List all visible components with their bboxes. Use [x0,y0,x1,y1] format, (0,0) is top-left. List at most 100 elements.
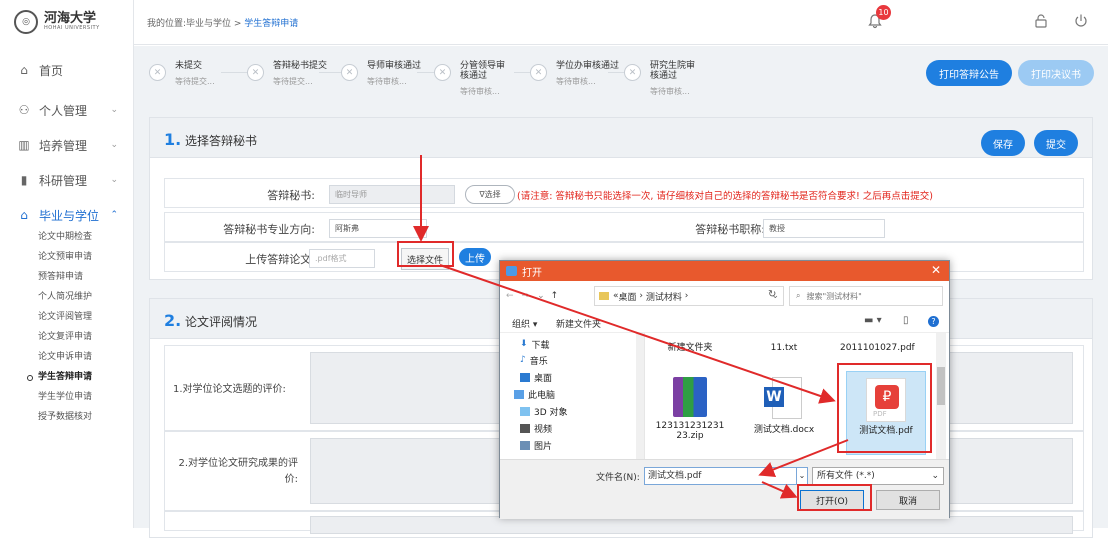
power-icon[interactable] [1070,10,1092,32]
sidebar-item-graduation[interactable]: ⌂ 毕业与学位 ⌃ [0,205,134,225]
tree-label: 3D 对象 [534,407,568,418]
tree-item-music[interactable]: ♪ 音乐 [520,353,548,367]
tree-item-desktop[interactable]: 桌面 [520,370,552,384]
lock-icon[interactable] [1030,10,1052,32]
major-field[interactable]: 阿斯弗 [329,219,427,238]
chart-icon: ▥ [18,138,30,152]
select-secretary-button[interactable]: ∇选择 [465,185,515,204]
review-question-label: 2.对学位论文研究成果的评价: [178,458,298,485]
refresh-icon[interactable]: ↻ [768,289,776,300]
secretary-field[interactable]: 临时导师 [329,185,455,204]
filename-input[interactable]: 测试文档.pdf [644,467,798,485]
sidebar-item-training[interactable]: ▥ 培养管理 ⌄ [0,135,134,155]
chevron-down-icon: ⌄ [110,140,118,150]
sidebar-subitem[interactable]: 个人简况维护 [38,290,92,304]
archive-icon [673,377,707,417]
view-options-icon[interactable]: ▬ ▾ [864,315,882,326]
sidebar-subitem[interactable]: 论文预审申请 [38,250,92,264]
sidebar-item-research[interactable]: ▮ 科研管理 ⌄ [0,170,134,190]
scrollbar-thumb[interactable] [937,367,945,405]
search-input[interactable]: ⌕ 搜索"测试材料" [789,286,943,306]
save-button[interactable]: 保存 [981,130,1025,156]
file-item[interactable]: 新建文件夹 [650,343,730,353]
file-item[interactable]: W 测试文档.docx [744,371,824,455]
tree-item-this-pc[interactable]: 此电脑 [514,387,555,401]
preview-pane-icon[interactable]: ▯ [903,315,909,326]
path-segment[interactable]: 桌面 [619,290,637,303]
chevron-down-icon: ⌄ [110,105,118,115]
file-scrollbar[interactable] [936,333,946,459]
tree-label: 下载 [531,340,550,351]
print-notice-button[interactable]: 打印答辩公告 [926,60,1012,86]
print-resolution-button[interactable]: 打印决议书 [1018,60,1094,86]
dialog-toolbar: 组织 ▾ 新建文件夹 ▬ ▾ ▯ ? [500,311,949,333]
file-name: 12313123123123.zip [655,421,725,441]
sidebar-item-personal[interactable]: ⚇ 个人管理 ⌄ [0,100,134,120]
file-type-value: 所有文件 (*.*) [817,471,875,481]
organize-menu[interactable]: 组织 ▾ [512,317,537,330]
sidebar-subitem[interactable]: 预答辩申请 [38,270,83,284]
review-question-label: 1.对学位论文选题的评价: [173,384,286,395]
upload-button[interactable]: 上传 [459,248,491,266]
breadcrumb: 我的位置:毕业与学位 > 学生答辩申请 [147,16,298,29]
tree-item-3d-objects[interactable]: 3D 对象 [520,404,568,418]
tree-scrollbar[interactable] [636,333,644,459]
step-status: 等待提交... [273,77,313,86]
file-item[interactable]: 2011101027.pdf [840,343,915,353]
sidebar-item-home[interactable]: ⌂ 首页 [0,60,134,80]
file-item[interactable]: 11.txt [744,343,824,353]
title-field[interactable]: 教授 [763,219,885,238]
step-status: 等待提交... [175,77,215,86]
step-connector [319,72,343,73]
close-circle-icon: ✕ [341,64,358,81]
file-type-select[interactable]: 所有文件 (*.*) ⌄ [812,467,944,485]
cancel-button[interactable]: 取消 [876,490,940,510]
chevron-down-icon: ⌄ [110,175,118,185]
chevron-down-icon[interactable]: ⌄ [537,291,545,301]
upload-field[interactable]: .pdf格式 [309,249,375,268]
breadcrumb-prefix[interactable]: 我的位置:毕业与学位 > [147,19,244,29]
sidebar-subitem[interactable]: 学生学位申请 [38,390,92,404]
notification-badge: 10 [876,5,891,20]
section-title: 2. 论文评阅情况 [164,311,257,330]
step-status: 等待审核... [367,77,407,86]
close-circle-icon: ✕ [149,64,166,81]
upload-placeholder: .pdf格式 [315,254,347,263]
highlight-pdf-file [837,363,932,453]
forward-arrow-icon[interactable]: → [522,291,530,301]
university-logo[interactable]: ◎ 河海大学 HOHAI UNIVERSITY [14,10,100,34]
chevron-down-icon[interactable]: ⌄ [796,467,808,485]
computer-icon [514,389,524,399]
tree-item-pictures[interactable]: 图片 [520,438,552,452]
close-circle-icon: ✕ [247,64,264,81]
path-segment[interactable]: 测试材料 [646,290,682,303]
sidebar-subitem[interactable]: 论文中期检查 [38,230,92,244]
back-arrow-icon[interactable]: ← [506,291,514,301]
file-item[interactable]: 12313123123123.zip [650,371,730,455]
bars-icon: ▮ [20,173,28,187]
download-icon: ⬇ [520,339,528,349]
tree-item-videos[interactable]: 视频 [520,421,552,435]
folder-icon [599,292,609,300]
sidebar-subitem[interactable]: 授予数据核对 [38,410,92,424]
sidebar-item-label: 科研管理 [39,173,88,188]
sidebar-subitem-current[interactable]: 学生答辩申请 [26,370,92,384]
tree-item-downloads[interactable]: ⬇ 下载 [520,337,550,351]
tree-label: 视频 [534,424,553,435]
sidebar-subitem[interactable]: 论文评阅管理 [38,310,92,324]
home-icon: ⌂ [20,63,28,77]
new-folder-button[interactable]: 新建文件夹 [556,317,601,330]
step-connector [514,72,530,73]
sidebar-subitem[interactable]: 论文复评申请 [38,330,92,344]
sidebar-subitem[interactable]: 论文申诉申请 [38,350,92,364]
close-icon[interactable]: ✕ [931,263,941,277]
sidebar-item-label: 培养管理 [39,138,88,153]
submit-button[interactable]: 提交 [1034,130,1078,156]
help-icon[interactable]: ? [928,316,939,327]
major-label: 答辩秘书专业方向: [223,223,315,236]
address-bar[interactable]: « 桌面 › 测试材料 › ⌄ [594,286,784,306]
up-arrow-icon[interactable]: ↑ [551,291,559,301]
dialog-footer: 文件名(N): 测试文档.pdf ⌄ 所有文件 (*.*) ⌄ 打开(O) 取消 [500,459,949,519]
step-status: 等待审核... [650,87,690,96]
logo-name: 河海大学 [44,11,97,26]
